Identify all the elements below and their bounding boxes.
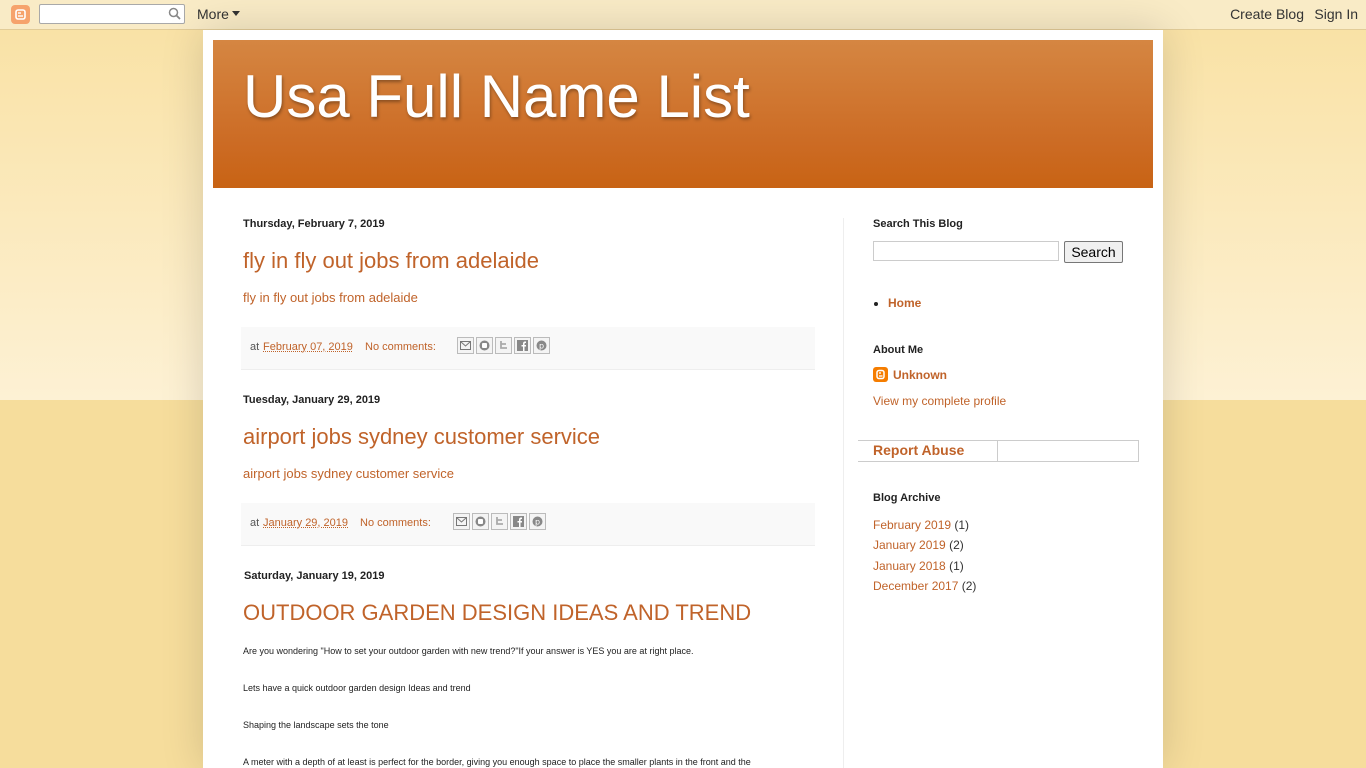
archive-label[interactable]: December 2017 (873, 579, 958, 593)
blog-search-input[interactable] (873, 241, 1059, 261)
blog-container: Usa Full Name List Thursday, February 7,… (203, 30, 1163, 768)
blogger-share-icon[interactable] (476, 337, 493, 354)
navbar-search-input[interactable] (39, 4, 185, 24)
share-buttons: p (453, 513, 548, 530)
search-widget-heading: Search This Blog (873, 218, 963, 230)
blog-title[interactable]: Usa Full Name List (243, 62, 750, 131)
report-abuse-separator (997, 441, 998, 461)
view-profile-link[interactable]: View my complete profile (873, 394, 1006, 408)
share-buttons: p (457, 337, 552, 354)
report-abuse-link[interactable]: Report Abuse (873, 442, 964, 458)
svg-text:p: p (539, 342, 544, 351)
post-body-line: Lets have a quick outdoor garden design … (243, 683, 471, 693)
svg-text:p: p (535, 518, 540, 527)
more-menu[interactable]: More (197, 6, 240, 22)
post-title[interactable]: airport jobs sydney customer service (243, 424, 600, 450)
archive-label[interactable]: January 2018 (873, 559, 946, 573)
post-footer-at: at (250, 517, 260, 529)
archive-item[interactable]: January 2018 (1) (873, 559, 964, 573)
page-link-home[interactable]: Home (888, 296, 921, 310)
list-bullet (874, 302, 878, 306)
post-date-header: Tuesday, January 29, 2019 (243, 394, 381, 406)
post-snippet[interactable]: airport jobs sydney customer service (243, 466, 454, 481)
post-timestamp-link[interactable]: January 29, 2019 (263, 517, 348, 529)
post-date-header: Thursday, February 7, 2019 (243, 218, 385, 230)
email-share-icon[interactable] (453, 513, 470, 530)
post-footer: at January 29, 2019 No comments: p (241, 503, 815, 546)
search-icon[interactable] (168, 7, 181, 25)
blog-archive-heading: Blog Archive (873, 492, 941, 504)
post-title[interactable]: fly in fly out jobs from adelaide (243, 248, 539, 274)
archive-count: (1) (949, 559, 964, 573)
archive-item[interactable]: January 2019 (2) (873, 538, 964, 552)
search-button[interactable]: Search (1064, 241, 1123, 263)
column-divider (843, 218, 844, 768)
create-blog-link[interactable]: Create Blog (1230, 6, 1304, 22)
facebook-share-icon[interactable] (510, 513, 527, 530)
post-date-header: Saturday, January 19, 2019 (244, 570, 385, 582)
facebook-share-icon[interactable] (514, 337, 531, 354)
archive-item[interactable]: December 2017 (2) (873, 579, 976, 593)
about-me-heading: About Me (873, 344, 924, 356)
profile-name-link[interactable]: Unknown (893, 368, 947, 382)
archive-count: (2) (961, 579, 977, 593)
blogger-share-icon[interactable] (472, 513, 489, 530)
archive-label[interactable]: January 2019 (873, 538, 946, 552)
post-footer: at February 07, 2019 No comments: p (241, 327, 815, 370)
twitter-share-icon[interactable] (491, 513, 508, 530)
pinterest-share-icon[interactable]: p (533, 337, 550, 354)
archive-item[interactable]: February 2019 (1) (873, 518, 969, 532)
blogger-profile-icon (873, 367, 888, 382)
blogger-logo-icon[interactable] (11, 5, 30, 24)
post-body-line: Shaping the landscape sets the tone (243, 720, 389, 730)
post-snippet[interactable]: fly in fly out jobs from adelaide (243, 290, 418, 305)
pinterest-share-icon[interactable]: p (529, 513, 546, 530)
archive-count: (2) (949, 538, 964, 552)
post-body-line: Are you wondering "How to set your outdo… (243, 646, 694, 656)
blog-header: Usa Full Name List (213, 40, 1153, 188)
blogger-navbar: More Create Blog Sign In (0, 0, 1366, 30)
chevron-down-icon (231, 11, 240, 16)
post-timestamp-link[interactable]: February 07, 2019 (263, 341, 353, 353)
post-body-line: A meter with a depth of at least is perf… (243, 757, 751, 767)
post-comments-link[interactable]: No comments: (360, 517, 431, 529)
post-title[interactable]: OUTDOOR GARDEN DESIGN IDEAS AND TREND (243, 600, 751, 626)
email-share-icon[interactable] (457, 337, 474, 354)
post-comments-link[interactable]: No comments: (365, 341, 436, 353)
sign-in-link[interactable]: Sign In (1314, 6, 1358, 22)
more-label: More (197, 6, 229, 22)
archive-label[interactable]: February 2019 (873, 518, 951, 532)
post-footer-at: at (250, 341, 260, 353)
twitter-share-icon[interactable] (495, 337, 512, 354)
archive-count: (1) (954, 518, 970, 532)
